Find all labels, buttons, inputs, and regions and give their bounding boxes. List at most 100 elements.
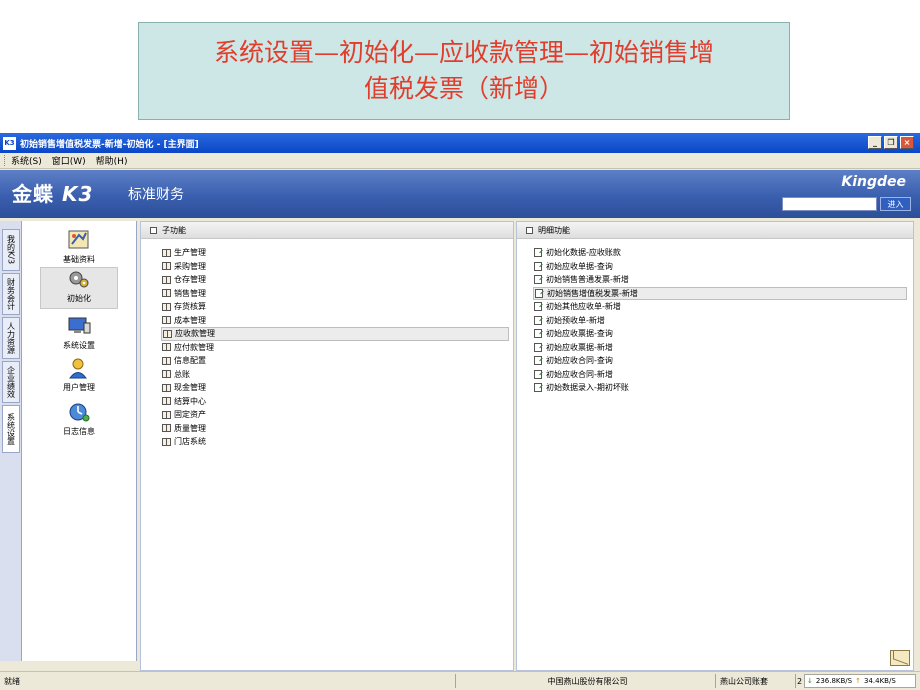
- list-item[interactable]: 成本管理: [161, 314, 509, 328]
- download-speed: 236.8KB/S: [815, 677, 853, 685]
- list-item[interactable]: 初始其他应收单-新增: [533, 300, 907, 314]
- panel-square-icon: [526, 226, 533, 234]
- book-icon: [162, 424, 171, 433]
- list-item[interactable]: 初始化数据-应收账款: [533, 246, 907, 260]
- nav-item-initialize[interactable]: 初始化: [40, 267, 118, 309]
- list-item[interactable]: 采购管理: [161, 260, 509, 274]
- document-icon: [535, 288, 543, 298]
- list-item-label: 门店系统: [174, 437, 206, 447]
- detail-function-panel: 明细功能 初始化数据-应收账款 初始应收单据-查询 初始销售普通发票-新增 初始…: [516, 221, 914, 671]
- list-item[interactable]: 初始应收票据-查询: [533, 327, 907, 341]
- monitor-icon: [67, 315, 91, 337]
- book-icon: [162, 275, 171, 284]
- list-item-label: 存货核算: [174, 302, 206, 312]
- document-icon: [534, 302, 542, 312]
- globe-clock-icon: [67, 401, 91, 423]
- list-item[interactable]: 销售管理: [161, 287, 509, 301]
- list-item-label: 初始其他应收单-新增: [546, 302, 621, 312]
- book-icon: [162, 356, 171, 365]
- toolbar-grip[interactable]: [4, 155, 7, 166]
- list-item-label: 现金管理: [174, 383, 206, 393]
- tab-performance[interactable]: 企业绩效: [2, 361, 20, 403]
- nav-item-user-management[interactable]: 用户管理: [40, 357, 118, 393]
- tab-system-settings[interactable]: 系统设置: [2, 405, 20, 453]
- list-item-label: 初始应收票据-查询: [546, 329, 613, 339]
- menu-system[interactable]: 系统(S): [11, 154, 42, 167]
- close-button[interactable]: ×: [900, 136, 914, 149]
- list-item-label: 结算中心: [174, 396, 206, 406]
- list-item[interactable]: 质量管理: [161, 422, 509, 436]
- list-item[interactable]: 初始应收票据-新增: [533, 341, 907, 355]
- quick-search-input[interactable]: [782, 197, 877, 211]
- list-item[interactable]: 应付款管理: [161, 341, 509, 355]
- list-item[interactable]: 总账: [161, 368, 509, 382]
- nav-item-system-settings[interactable]: 系统设置: [40, 315, 118, 351]
- list-item-label: 信息配置: [174, 356, 206, 366]
- list-item[interactable]: 门店系统: [161, 435, 509, 449]
- list-item-selected[interactable]: 初始销售增值税发票-新增: [533, 286, 907, 300]
- minimize-button[interactable]: _: [868, 136, 882, 149]
- list-item[interactable]: 初始数据录入-期初坏账: [533, 381, 907, 395]
- download-arrow-icon: ↓: [807, 677, 813, 685]
- menu-bar: 系统(S) 窗口(W) 帮助(H): [0, 153, 920, 169]
- status-company: 中国燕山股份有限公司: [455, 674, 715, 688]
- list-item[interactable]: 信息配置: [161, 354, 509, 368]
- list-item[interactable]: 初始应收合同-新增: [533, 368, 907, 382]
- book-icon: [162, 437, 171, 446]
- product-subtitle: 标准财务: [128, 187, 184, 203]
- sub-function-list: 生产管理 采购管理 仓存管理 销售管理 存货核算 成本管理 应收款管理 应付款管…: [161, 246, 509, 449]
- window-controls: _ ❐ ×: [868, 136, 914, 149]
- upload-arrow-icon: ↑: [855, 677, 861, 685]
- module-tabs: 我的K/3 财务会计 人力资源 企业绩效 系统设置: [0, 221, 22, 661]
- book-icon: [162, 343, 171, 352]
- k3-app-icon[interactable]: K3: [3, 136, 16, 150]
- user-icon: [67, 357, 91, 379]
- list-item[interactable]: 初始应收单据-查询: [533, 260, 907, 274]
- sub-function-title: 子功能: [162, 225, 186, 235]
- list-item[interactable]: 结算中心: [161, 395, 509, 409]
- kingdee-logo: Kingdee: [841, 174, 906, 190]
- tab-finance[interactable]: 财务会计: [2, 273, 20, 315]
- window-titlebar[interactable]: K3 初始销售增值税发票-新增-初始化 - [主界面] _ ❐ ×: [0, 133, 920, 153]
- status-extra: 2: [795, 674, 804, 688]
- list-item-label: 应付款管理: [174, 342, 214, 352]
- list-item-selected[interactable]: 应收款管理: [161, 327, 509, 341]
- list-item-label: 初始应收合同-新增: [546, 369, 613, 379]
- brand-text: 金蝶: [12, 182, 54, 206]
- tab-hr[interactable]: 人力资源: [2, 317, 20, 359]
- sub-function-panel: 子功能 生产管理 采购管理 仓存管理 销售管理 存货核算 成本管理 应收款管理 …: [140, 221, 514, 671]
- list-item[interactable]: 生产管理: [161, 246, 509, 260]
- list-item-label: 固定资产: [174, 410, 206, 420]
- document-icon: [534, 356, 542, 366]
- list-item-label: 初始应收合同-查询: [546, 356, 613, 366]
- book-icon: [162, 316, 171, 325]
- list-item[interactable]: 仓存管理: [161, 273, 509, 287]
- mail-icon[interactable]: [890, 650, 910, 666]
- list-item[interactable]: 初始销售普通发票-新增: [533, 273, 907, 287]
- book-icon: [162, 410, 171, 419]
- restore-button[interactable]: ❐: [884, 136, 898, 149]
- tab-my-k3[interactable]: 我的K/3: [2, 229, 20, 271]
- gears-icon: [67, 268, 91, 290]
- book-icon: [163, 329, 172, 338]
- list-item-label: 初始化数据-应收账款: [546, 248, 621, 258]
- document-icon: [534, 369, 542, 379]
- book-icon: [162, 289, 171, 298]
- network-speed: ↓ 236.8KB/S ↑ 34.4KB/S: [804, 674, 916, 688]
- nav-pane: 基础资料 初始化 系统设置 用户管理 日志信息: [22, 221, 137, 661]
- settings-form-icon: [67, 229, 91, 251]
- document-icon: [534, 248, 542, 258]
- list-item[interactable]: 现金管理: [161, 381, 509, 395]
- nav-item-basic-data[interactable]: 基础资料: [40, 229, 118, 265]
- list-item[interactable]: 初始预收单-新增: [533, 314, 907, 328]
- detail-function-list: 初始化数据-应收账款 初始应收单据-查询 初始销售普通发票-新增 初始销售增值税…: [533, 246, 907, 395]
- enter-button[interactable]: 进入: [880, 197, 911, 211]
- document-icon: [534, 342, 542, 352]
- list-item[interactable]: 存货核算: [161, 300, 509, 314]
- menu-window[interactable]: 窗口(W): [52, 154, 86, 167]
- nav-item-log-info[interactable]: 日志信息: [40, 401, 118, 437]
- list-item[interactable]: 固定资产: [161, 408, 509, 422]
- menu-help[interactable]: 帮助(H): [96, 154, 128, 167]
- nav-label-log-info: 日志信息: [63, 427, 95, 436]
- list-item[interactable]: 初始应收合同-查询: [533, 354, 907, 368]
